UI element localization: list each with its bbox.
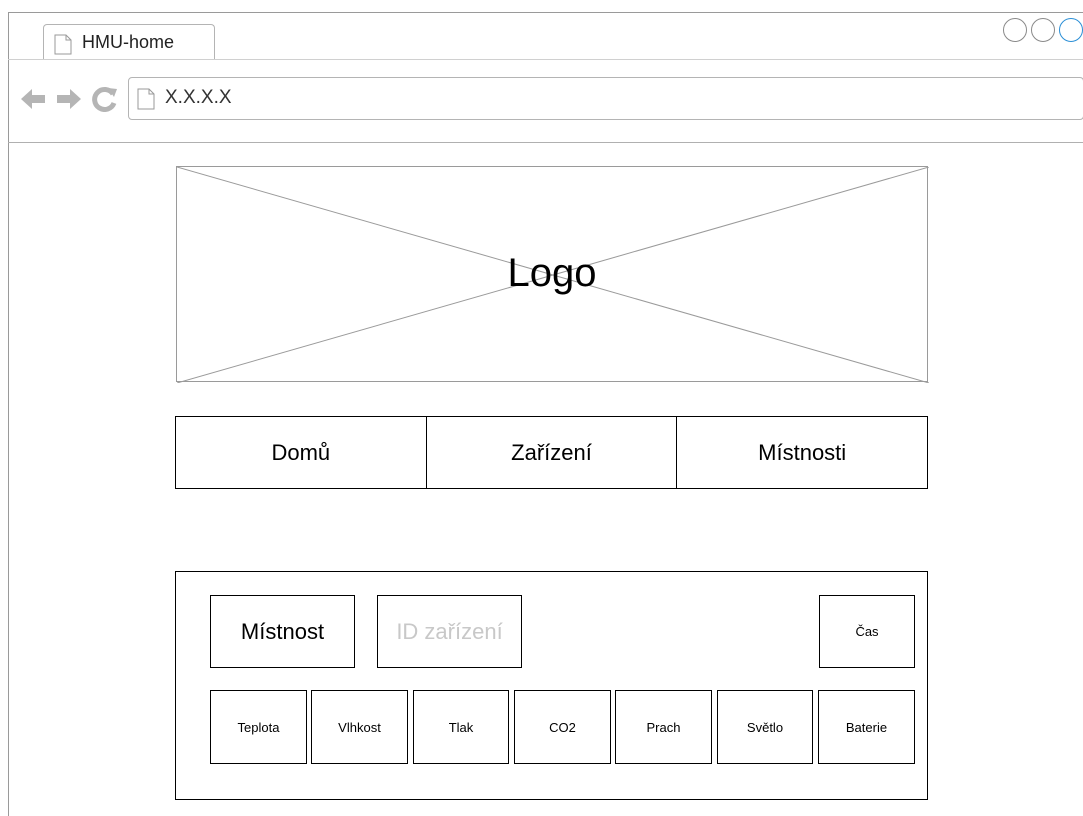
device-id-field[interactable]: ID zařízení (377, 595, 522, 668)
page-icon (54, 34, 72, 55)
window-frame-top (8, 12, 1083, 13)
page-icon (137, 88, 155, 110)
tab-title: HMU-home (82, 32, 175, 52)
menu-item-home[interactable]: Domů (176, 417, 427, 488)
metric-humidity: Vlhkost (311, 690, 408, 764)
logo-label: Logo (507, 251, 597, 295)
metric-co2: CO2 (514, 690, 611, 764)
window-minimize-button[interactable] (1003, 18, 1027, 42)
window-close-button[interactable] (1059, 18, 1083, 42)
metric-battery: Baterie (818, 690, 915, 764)
device-panel: Místnost ID zařízení Čas Teplota Vlhkost… (175, 571, 928, 800)
window-maximize-button[interactable] (1031, 18, 1055, 42)
window-frame (8, 12, 9, 816)
main-menu: Domů Zařízení Místnosti (175, 416, 928, 489)
forward-arrow-icon[interactable] (56, 86, 82, 112)
tab-bar-divider (8, 59, 1083, 60)
metric-temperature: Teplota (210, 690, 307, 764)
reload-icon[interactable] (92, 86, 118, 112)
menu-item-rooms[interactable]: Místnosti (677, 417, 927, 488)
toolbar-divider (8, 142, 1083, 143)
logo-placeholder: Logo (176, 166, 929, 383)
metric-light: Světlo (717, 690, 813, 764)
metric-pressure: Tlak (413, 690, 509, 764)
metric-dust: Prach (615, 690, 712, 764)
room-field[interactable]: Místnost (210, 595, 355, 668)
back-arrow-icon[interactable] (20, 86, 46, 112)
time-field: Čas (819, 595, 915, 668)
browser-tab[interactable]: HMU-home (43, 24, 215, 60)
address-bar[interactable]: X.X.X.X (128, 77, 1083, 120)
url-text: X.X.X.X (165, 87, 232, 108)
menu-item-devices[interactable]: Zařízení (427, 417, 678, 488)
